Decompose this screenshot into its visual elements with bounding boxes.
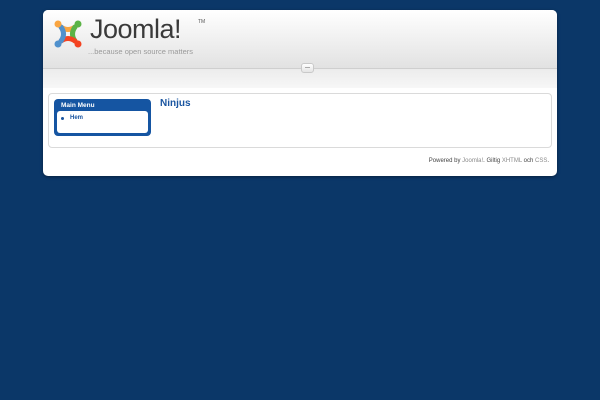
content-frame: Main Menu Hem Ninjus — [48, 93, 552, 148]
logo-tagline: ...because open source matters — [88, 47, 194, 56]
bullet-icon — [61, 116, 64, 120]
footer-powered-text: Powered by — [428, 158, 463, 164]
header: Joomla! TM ...because open source matter… — [43, 10, 557, 69]
header-toggle-handle[interactable] — [301, 63, 314, 73]
footer-css-link[interactable]: CSS — [535, 158, 547, 164]
module-title: Main Menu — [61, 102, 95, 109]
logo-wordmark: Joomla! — [90, 14, 182, 44]
footer-valid-text: . Giltig — [483, 158, 502, 164]
footer: Powered by Joomla!. Giltig XHTML och CSS… — [429, 158, 549, 164]
site-logo[interactable]: Joomla! TM ...because open source matter… — [52, 14, 222, 64]
footer-end-text: . — [547, 158, 549, 164]
menu-item-label: Hem — [70, 115, 84, 121]
footer-joomla-link[interactable]: Joomla! — [462, 158, 483, 164]
footer-xhtml-link[interactable]: XHTML — [502, 158, 522, 164]
footer-and-text: och — [521, 158, 535, 164]
logo-trademark: TM — [198, 19, 206, 25]
joomla-logo-icon — [54, 20, 82, 48]
main-menu-module: Main Menu Hem — [54, 99, 151, 136]
article-title[interactable]: Ninjus — [160, 98, 191, 109]
menu-list: Hem — [57, 111, 148, 133]
menu-item-hem[interactable]: Hem — [61, 115, 83, 121]
page-container: Joomla! TM ...because open source matter… — [43, 10, 557, 176]
header-sub-bar — [43, 69, 557, 88]
